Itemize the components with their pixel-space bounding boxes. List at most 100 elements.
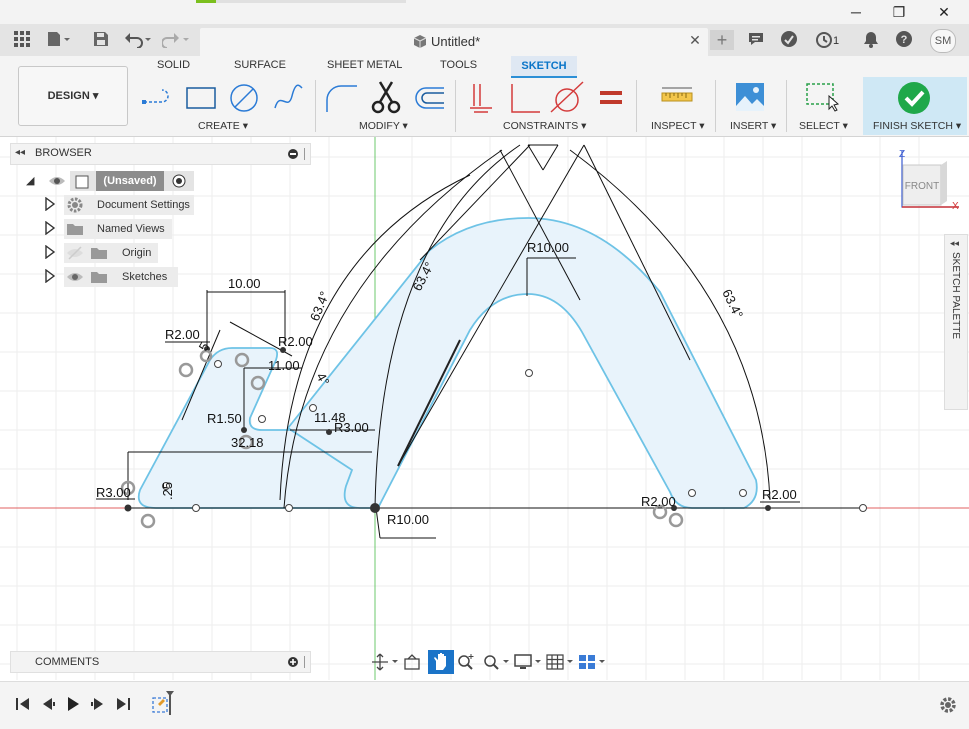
hidden-eye-icon[interactable] [66,246,84,263]
redo-icon[interactable] [161,30,192,50]
close-tab-button[interactable]: ✕ [684,30,706,50]
dim-radius-3-left: R3.00 [96,485,131,500]
user-avatar[interactable]: SM [930,29,956,53]
timeline-previous-icon[interactable] [39,695,57,716]
perpendicular-constraint-icon[interactable] [508,82,542,117]
timeline-bar [0,681,969,729]
timeline-first-icon[interactable] [14,695,32,716]
job-status-icon[interactable]: 1 [812,30,842,50]
timeline-last-icon[interactable] [114,695,132,716]
pan-hand-icon[interactable] [428,650,454,674]
dim-length-32-18: 32.18 [231,435,264,450]
browser-item-label: Sketches [122,271,168,283]
measure-tool-icon[interactable] [661,86,693,111]
inspect-group-label[interactable]: INSPECT ▾ [651,120,705,132]
dim-radius-2-top: R2.00 [278,334,313,349]
timeline-settings-gear-icon[interactable] [938,695,958,718]
rectangle-tool-icon[interactable] [185,84,217,115]
coincident-constraint-icon[interactable] [468,82,494,117]
tab-solid[interactable]: SOLID [157,59,190,71]
tab-tools[interactable]: TOOLS [440,59,477,71]
view-cube[interactable]: FRONT Z X [893,145,963,218]
restore-button[interactable]: ❐ [889,2,909,22]
expand-origin-icon[interactable] [44,244,56,262]
dim-radius-3-right: R3.00 [334,420,369,435]
ribbon-separator [315,80,316,132]
dim-radius-1-5: R1.50 [207,411,242,426]
visibility-eye-icon[interactable] [48,174,66,191]
tab-sheet-metal[interactable]: SHEET METAL [327,59,402,71]
workspace-switcher[interactable]: DESIGN ▾ [18,66,128,126]
folder-icon [66,222,84,239]
orbit-icon[interactable] [371,653,399,674]
apps-grid-icon[interactable] [11,30,33,50]
tangent-constraint-icon[interactable] [549,80,585,117]
browser-minimize-icon[interactable] [287,148,307,163]
ribbon-separator [715,80,716,132]
activate-radio-icon[interactable] [172,174,186,191]
expand-triangle-icon[interactable]: ◢ [26,171,40,191]
dim-radius-2-left: R2.00 [165,327,200,342]
select-window-icon[interactable] [805,82,841,117]
document-title: Untitled* [431,34,481,49]
file-menu-icon[interactable] [46,30,70,50]
circle-tool-icon[interactable] [228,82,260,117]
notifications-chat-icon[interactable] [745,30,767,50]
offset-tool-icon[interactable] [412,84,446,115]
dim-angle-right: 63.4° [719,287,746,321]
close-window-button[interactable]: ✕ [934,2,954,22]
gear-icon [66,196,84,217]
insert-group-label[interactable]: INSERT ▾ [730,120,776,132]
dim-radius-2-far-right: R2.00 [762,487,797,502]
comments-panel[interactable]: COMMENTS [10,651,311,673]
constraints-group-label[interactable]: CONSTRAINTS ▾ [503,120,586,132]
dim-radius-2-right: R2.00 [641,494,676,509]
timeline-sketch-feature-icon[interactable] [150,690,180,719]
equal-constraint-icon[interactable] [599,88,623,111]
viewports-icon[interactable] [578,653,606,674]
finish-sketch-label[interactable]: FINISH SKETCH ▾ [873,120,961,132]
expand-named-views-icon[interactable] [44,220,56,238]
expand-palette-icon[interactable]: ◂◂ [950,238,959,249]
ribbon-separator [636,80,637,132]
title-bar [0,0,969,24]
view-cube-face: FRONT [905,181,939,192]
expand-sketches-icon[interactable] [44,268,56,286]
undo-icon[interactable] [124,30,154,50]
notification-bell-icon[interactable] [860,30,882,50]
document-cube-icon [412,34,428,51]
zoom-icon[interactable] [456,653,476,674]
help-icon[interactable]: ? [893,30,915,50]
new-tab-button[interactable]: + [710,30,734,50]
axis-z-label: Z [899,149,905,160]
expand-document-settings-icon[interactable] [44,196,56,214]
line-tool-icon[interactable] [140,82,176,115]
trim-scissors-icon[interactable] [370,80,402,117]
browser-root-row[interactable]: ◢ [26,171,40,191]
finish-check-icon[interactable] [897,81,931,118]
insert-image-icon[interactable] [735,82,765,115]
tab-sketch[interactable]: SKETCH [511,56,577,78]
display-settings-icon[interactable] [514,653,542,674]
fillet-tool-icon[interactable] [325,82,359,117]
fit-zoom-icon[interactable] [482,653,510,674]
tab-surface[interactable]: SURFACE [234,59,286,71]
collapse-panel-icon[interactable]: ◂◂ [15,147,25,158]
create-group-label[interactable]: CREATE ▾ [198,120,248,132]
online-status-icon[interactable] [778,30,800,50]
modify-group-label[interactable]: MODIFY ▾ [359,120,408,132]
add-comment-icon[interactable] [287,656,307,671]
grid-settings-icon[interactable] [546,653,574,674]
select-group-label[interactable]: SELECT ▾ [799,120,848,132]
save-icon[interactable] [90,30,112,50]
ribbon-separator [786,80,787,132]
visibility-eye-icon[interactable] [66,270,84,287]
ribbon-separator [455,80,456,132]
minimize-button[interactable]: ─ [846,2,866,22]
look-at-icon[interactable] [403,653,421,674]
timeline-play-icon[interactable] [64,695,82,716]
root-component-label[interactable]: (Unsaved) [96,171,164,191]
timeline-next-icon[interactable] [89,695,107,716]
spline-tool-icon[interactable] [272,82,304,117]
browser-item-label: Document Settings [97,199,190,211]
